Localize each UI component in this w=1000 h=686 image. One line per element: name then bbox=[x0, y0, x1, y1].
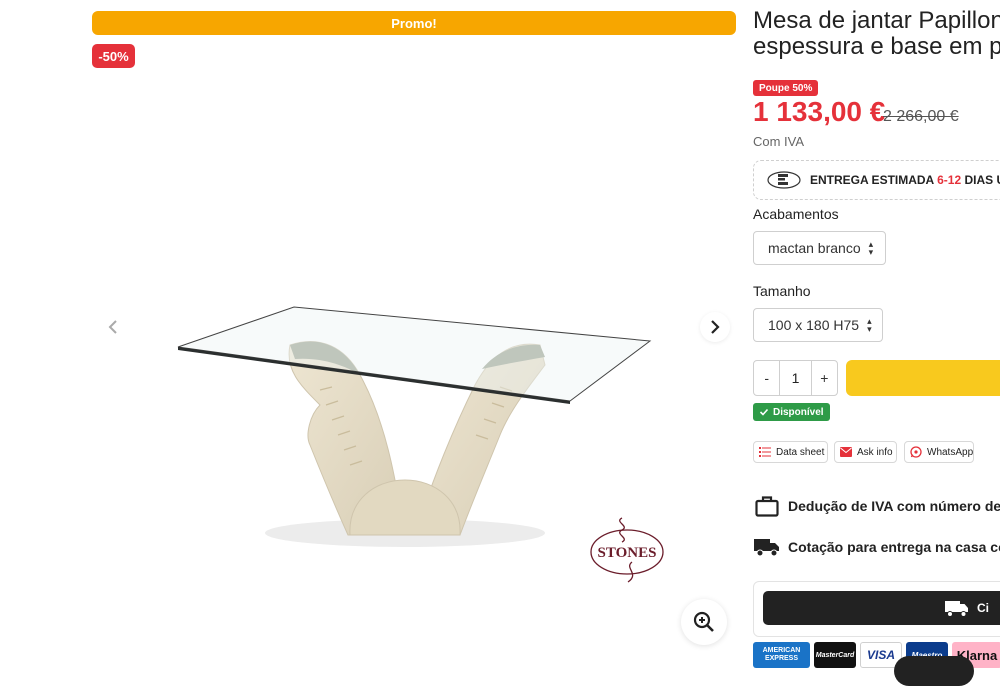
whatsapp-label: WhatsApp bbox=[927, 447, 973, 458]
product-title: Mesa de jantar Papillon co espessura e b… bbox=[753, 8, 1000, 60]
finish-label: Acabamentos bbox=[753, 206, 839, 222]
delivery-quote-button[interactable]: Ci bbox=[763, 591, 1000, 625]
size-label: Tamanho bbox=[753, 283, 811, 299]
size-select[interactable]: 100 x 180 H75 ▴▾ bbox=[753, 308, 883, 342]
chat-widget-button[interactable] bbox=[894, 656, 974, 686]
truck-icon bbox=[753, 534, 781, 560]
finish-select-value: mactan branco bbox=[768, 240, 861, 256]
truck-icon bbox=[945, 599, 969, 617]
briefcase-icon bbox=[753, 493, 781, 519]
add-to-cart-button[interactable] bbox=[846, 360, 1000, 396]
datasheet-button[interactable]: Data sheet bbox=[753, 441, 828, 463]
delivery-range: 6-12 bbox=[937, 173, 961, 187]
discount-badge: -50% bbox=[92, 44, 135, 68]
whatsapp-icon bbox=[910, 446, 922, 458]
delivery-quote-label: Ci bbox=[977, 601, 989, 615]
size-select-value: 100 x 180 H75 bbox=[768, 317, 859, 333]
gallery-prev-button[interactable] bbox=[98, 312, 128, 342]
express-delivery-icon bbox=[766, 170, 802, 190]
delivery-suffix: DIAS ÚT bbox=[965, 173, 1000, 187]
home-delivery-info: Cotação para entrega na casa com bbox=[753, 534, 1000, 560]
delivery-estimate: ENTREGA ESTIMADA 6-12 DIAS ÚT bbox=[753, 160, 1000, 200]
quantity-increase-button[interactable]: + bbox=[812, 361, 837, 395]
zoom-in-icon bbox=[692, 610, 716, 634]
tax-note: Com IVA bbox=[753, 134, 804, 149]
list-icon bbox=[759, 446, 771, 458]
quantity-stepper: - 1 + bbox=[753, 360, 838, 396]
amex-logo: AMERICAN EXPRESS bbox=[753, 642, 810, 668]
ask-info-button[interactable]: Ask info bbox=[834, 441, 897, 463]
product-title-line-2: espessura e base em ped bbox=[753, 34, 1000, 60]
select-arrows-icon: ▴▾ bbox=[869, 240, 874, 256]
whatsapp-button[interactable]: WhatsApp bbox=[904, 441, 974, 463]
datasheet-label: Data sheet bbox=[776, 447, 824, 458]
mastercard-logo: MasterCard bbox=[814, 642, 856, 668]
select-arrows-icon: ▴▾ bbox=[867, 317, 872, 333]
availability-label: Disponível bbox=[773, 407, 824, 418]
mail-icon bbox=[840, 446, 852, 458]
check-icon bbox=[759, 407, 769, 417]
delivery-quote-box: Ci bbox=[753, 581, 1000, 637]
brand-logo-text: STONES bbox=[598, 545, 657, 561]
promo-banner: Promo! bbox=[92, 11, 736, 35]
home-delivery-text: Cotação para entrega na casa com bbox=[788, 539, 1000, 555]
old-price: 2 266,00 € bbox=[883, 108, 959, 126]
gallery-next-button[interactable] bbox=[700, 312, 730, 342]
product-title-line-1: Mesa de jantar Papillon co bbox=[753, 8, 1000, 34]
quantity-input[interactable]: 1 bbox=[779, 361, 811, 395]
finish-select[interactable]: mactan branco ▴▾ bbox=[753, 231, 886, 265]
vat-deduction-info: Dedução de IVA com número de IVA bbox=[753, 493, 1000, 519]
current-price: 1 133,00 € bbox=[753, 96, 885, 128]
quantity-decrease-button[interactable]: - bbox=[754, 361, 779, 395]
amex-line-2: EXPRESS bbox=[765, 655, 798, 663]
chevron-right-icon bbox=[708, 319, 722, 335]
ask-info-label: Ask info bbox=[857, 447, 893, 458]
delivery-text: ENTREGA ESTIMADA 6-12 DIAS ÚT bbox=[810, 173, 1000, 187]
mastercard-label: MasterCard bbox=[816, 652, 855, 659]
visa-label: VISA bbox=[867, 648, 895, 662]
chevron-left-icon bbox=[106, 319, 120, 335]
availability-badge: Disponível bbox=[753, 403, 830, 421]
save-badge: Poupe 50% bbox=[753, 80, 818, 96]
brand-logo: STONES bbox=[584, 512, 670, 588]
zoom-button[interactable] bbox=[681, 599, 727, 645]
delivery-prefix: ENTREGA ESTIMADA bbox=[810, 173, 934, 187]
vat-deduction-text: Dedução de IVA com número de IVA bbox=[788, 498, 1000, 514]
amex-line-1: AMERICAN bbox=[763, 647, 801, 655]
